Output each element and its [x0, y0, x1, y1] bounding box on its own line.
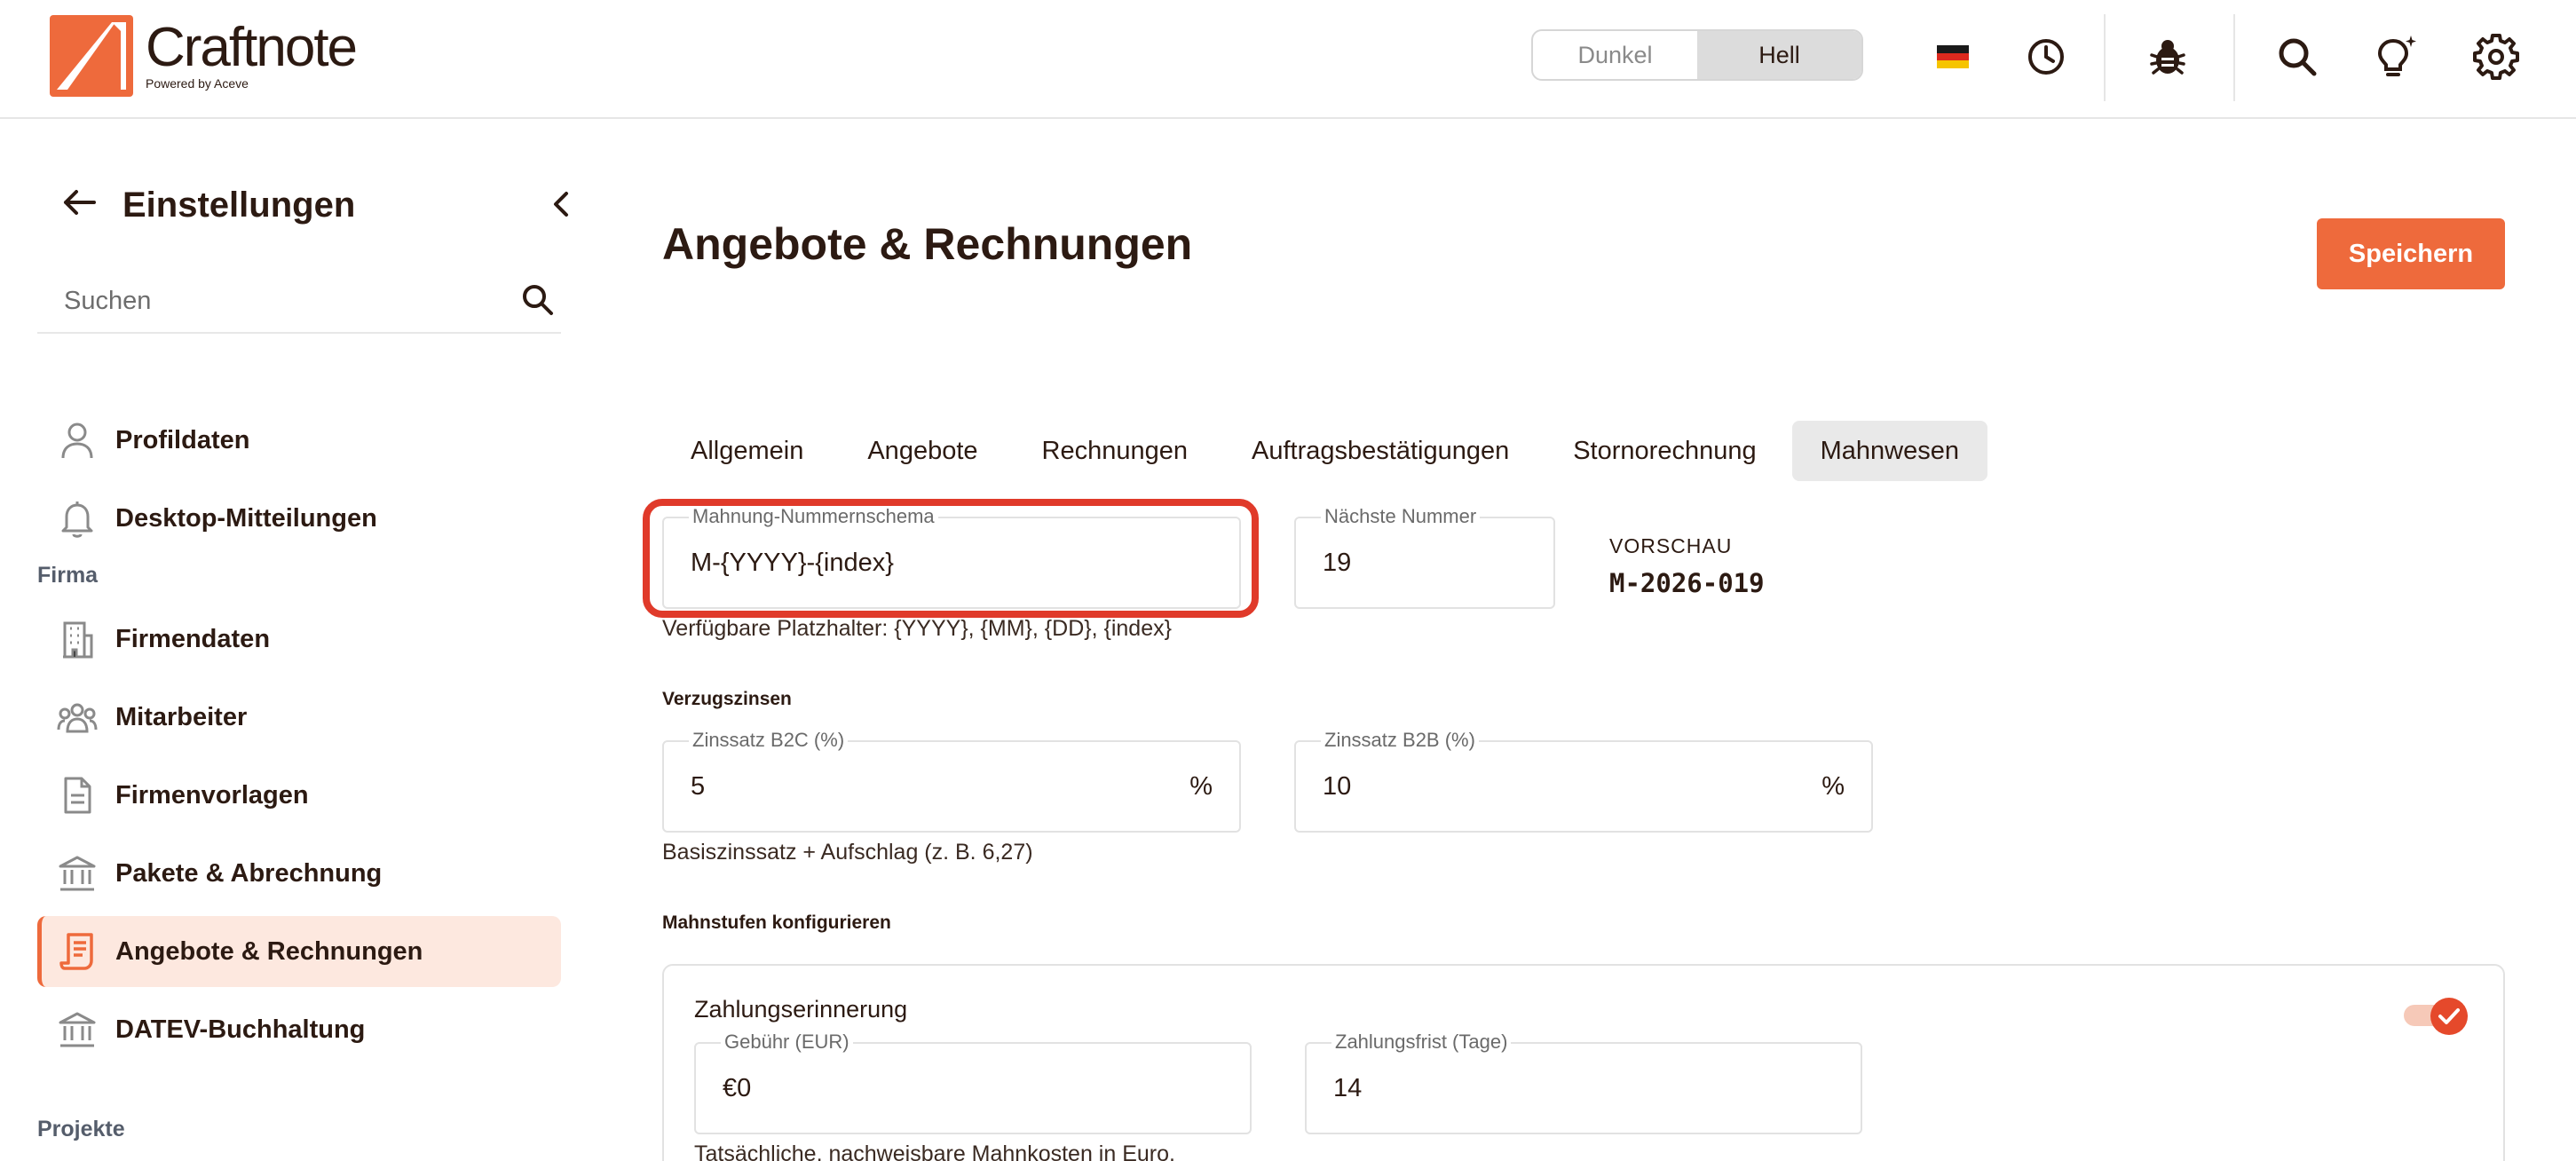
fee-field[interactable]: Gebühr (EUR) €0 — [694, 1031, 1252, 1134]
sidebar-item-profildaten[interactable]: Profildaten — [37, 405, 561, 476]
header-divider — [2104, 14, 2106, 101]
sidebar-search-input[interactable] — [64, 279, 508, 323]
next-number-field[interactable]: Nächste Nummer 19 — [1294, 506, 1555, 609]
tab-allgemein[interactable]: Allgemein — [662, 421, 832, 481]
clock-icon[interactable] — [2019, 30, 2073, 83]
sidebar-title: Einstellungen — [122, 186, 356, 225]
bank-icon — [57, 853, 98, 894]
header-divider — [2233, 14, 2235, 101]
interest-b2b-field[interactable]: Zinssatz B2B (%) 10 % — [1294, 730, 1873, 833]
sidebar-item-datev-buchhaltung[interactable]: DATEV-Buchhaltung — [37, 994, 561, 1065]
sidebar-item-label: DATEV-Buchhaltung — [115, 1015, 366, 1044]
next-number-input[interactable]: 19 — [1323, 518, 1351, 607]
search-icon[interactable] — [520, 282, 556, 322]
preview-value: M-2026-019 — [1609, 568, 1765, 598]
deadline-field[interactable]: Zahlungsfrist (Tage) 14 — [1305, 1031, 1862, 1134]
collapse-sidebar-icon[interactable] — [549, 186, 575, 226]
deadline-input[interactable]: 14 — [1333, 1044, 1362, 1133]
logo-name: Craftnote — [146, 17, 358, 78]
lightbulb-icon[interactable] — [2370, 30, 2423, 83]
sidebar-item-angebote-rechnungen[interactable]: Angebote & Rechnungen — [37, 916, 561, 987]
sidebar-item-label: Pakete & Abrechnung — [115, 858, 383, 888]
bell-icon — [57, 498, 98, 539]
users-icon — [57, 697, 98, 738]
interest-b2c-label: Zinssatz B2C (%) — [689, 730, 849, 751]
settings-sidebar: Einstellungen Profildaten Desktop-Mittei… — [0, 121, 604, 1161]
sidebar-item-label: Mitarbeiter — [115, 702, 248, 731]
interest-b2b-input[interactable]: 10 — [1323, 742, 1351, 831]
reminder-level-title: Zahlungserinnerung — [694, 996, 908, 1023]
sidebar-item-label: Desktop-Mitteilungen — [115, 503, 377, 533]
theme-dark-option[interactable]: Dunkel — [1533, 31, 1697, 79]
theme-light-option[interactable]: Hell — [1697, 31, 1861, 79]
sidebar-item-label: Firmenvorlagen — [115, 780, 309, 810]
section-label-firma: Firma — [37, 563, 99, 588]
save-button[interactable]: Speichern — [2317, 218, 2505, 289]
sidebar-item-label: Profildaten — [115, 425, 250, 454]
placeholder-hint: Verfügbare Platzhalter: {YYYY}, {MM}, {D… — [662, 616, 1172, 641]
percent-suffix: % — [1189, 771, 1213, 801]
logo-mark-icon — [50, 15, 133, 97]
fee-hint: Tatsächliche, nachweisbare Mahnkosten in… — [694, 1141, 1175, 1161]
section-label-projekte: Projekte — [37, 1117, 125, 1141]
gear-icon[interactable] — [2469, 30, 2523, 83]
bank-icon — [57, 1009, 98, 1050]
tab-angebote[interactable]: Angebote — [839, 421, 1006, 481]
sidebar-item-label: Angebote & Rechnungen — [115, 936, 423, 966]
document-icon — [57, 775, 98, 816]
theme-toggle[interactable]: Dunkel Hell — [1531, 29, 1863, 81]
percent-suffix: % — [1821, 771, 1845, 801]
sidebar-item-pakete-abrechnung[interactable]: Pakete & Abrechnung — [37, 838, 561, 909]
sidebar-search — [37, 272, 561, 334]
levels-heading: Mahnstufen konfigurieren — [662, 912, 891, 933]
check-icon — [2430, 998, 2468, 1035]
flag-germany-icon[interactable] — [1926, 30, 1979, 83]
page-title: Angebote & Rechnungen — [662, 219, 1193, 269]
top-bar: Craftnote Powered by Aceve Dunkel Hell — [0, 0, 2576, 119]
tab-rechnungen[interactable]: Rechnungen — [1014, 421, 1216, 481]
interest-b2c-input[interactable]: 5 — [691, 742, 705, 831]
sidebar-item-mitarbeiter[interactable]: Mitarbeiter — [37, 682, 561, 753]
settings-tabs: Allgemein Angebote Rechnungen Auftragsbe… — [662, 421, 1995, 481]
sidebar-item-desktop-mitteilungen[interactable]: Desktop-Mitteilungen — [37, 483, 561, 554]
sidebar-item-firmenvorlagen[interactable]: Firmenvorlagen — [37, 760, 561, 831]
invoice-icon — [57, 931, 98, 972]
tab-mahnwesen[interactable]: Mahnwesen — [1791, 421, 1987, 481]
search-icon[interactable] — [2271, 30, 2324, 83]
reminder-level-card: Zahlungserinnerung Gebühr (EUR) €0 Zahlu… — [662, 964, 2505, 1161]
person-icon — [57, 420, 98, 461]
reminder-level-toggle[interactable] — [2404, 998, 2468, 1035]
interest-b2c-field[interactable]: Zinssatz B2C (%) 5 % — [662, 730, 1241, 833]
fee-input[interactable]: €0 — [723, 1044, 751, 1133]
tab-stornorechnung[interactable]: Stornorechnung — [1545, 421, 1784, 481]
preview-label: VORSCHAU — [1609, 534, 1733, 557]
sidebar-item-firmendaten[interactable]: Firmendaten — [37, 604, 561, 675]
back-arrow-icon[interactable] — [60, 183, 99, 226]
tab-auftragsbestaetigungen[interactable]: Auftragsbestätigungen — [1223, 421, 1537, 481]
highlight-annotation — [643, 499, 1259, 618]
bug-icon[interactable] — [2141, 30, 2194, 83]
building-icon — [57, 619, 98, 659]
sidebar-item-label: Firmendaten — [115, 624, 271, 653]
interest-hint: Basiszinssatz + Aufschlag (z. B. 6,27) — [662, 840, 1033, 865]
logo-subtitle: Powered by Aceve — [146, 76, 249, 91]
interest-heading: Verzugszinsen — [662, 689, 792, 709]
craftnote-logo[interactable]: Craftnote Powered by Aceve — [50, 15, 358, 97]
